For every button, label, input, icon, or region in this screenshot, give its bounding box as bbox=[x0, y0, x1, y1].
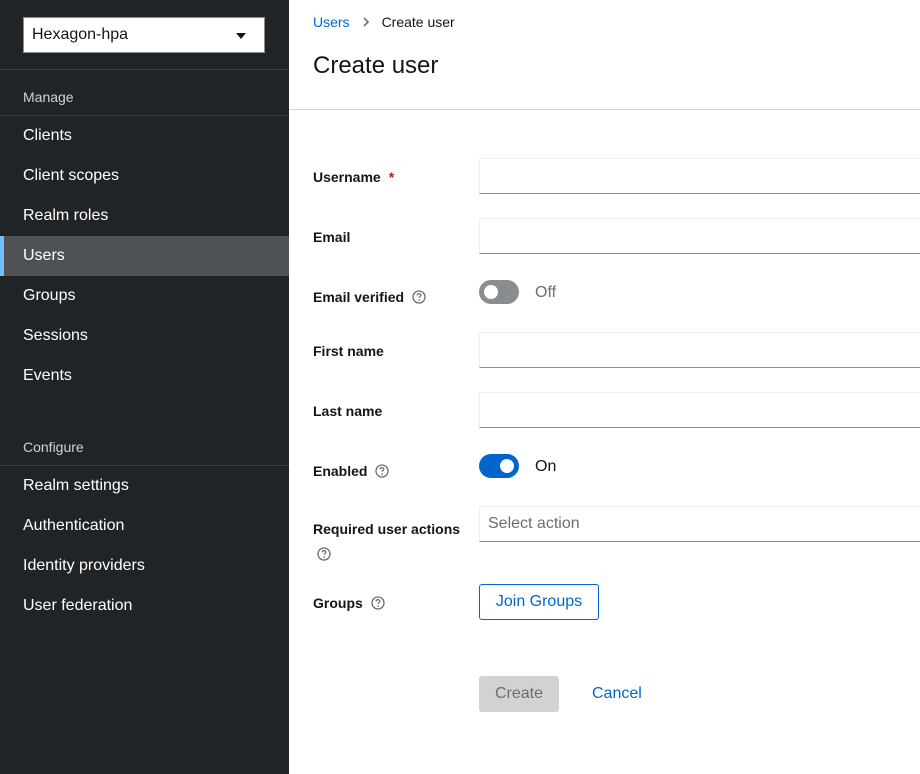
main-content: Users Create user Create user Username *… bbox=[289, 0, 920, 774]
sidebar-item-label: Realm roles bbox=[23, 207, 109, 224]
required-actions-label: Required user actions bbox=[313, 517, 473, 565]
sidebar-item-clients[interactable]: Clients bbox=[0, 116, 289, 156]
sidebar-item-label: Events bbox=[23, 367, 72, 384]
last-name-input[interactable] bbox=[479, 392, 920, 428]
email-input[interactable] bbox=[479, 218, 920, 254]
first-name-label: First name bbox=[313, 343, 384, 359]
email-label-text: Email bbox=[313, 229, 351, 245]
sidebar-item-label: Authentication bbox=[23, 517, 125, 534]
groups-label-text: Groups bbox=[313, 595, 363, 611]
breadcrumb-current: Create user bbox=[381, 14, 455, 30]
create-button[interactable]: Create bbox=[479, 676, 559, 712]
required-actions-select[interactable]: Select action bbox=[479, 506, 920, 542]
required-actions-label-text: Required user actions bbox=[313, 521, 461, 537]
sidebar-item-label: User federation bbox=[23, 597, 133, 614]
header-divider bbox=[289, 109, 920, 110]
sidebar-item-realm-roles[interactable]: Realm roles bbox=[0, 196, 289, 236]
email-label: Email bbox=[313, 229, 350, 245]
sidebar-item-label: Users bbox=[23, 247, 65, 264]
sidebar-item-label: Clients bbox=[23, 127, 72, 144]
sidebar-item-events[interactable]: Events bbox=[0, 356, 289, 396]
cancel-button[interactable]: Cancel bbox=[592, 676, 642, 712]
toggle-knob bbox=[484, 285, 498, 299]
caret-down-icon bbox=[236, 33, 246, 39]
help-icon[interactable] bbox=[412, 290, 426, 304]
sidebar-item-sessions[interactable]: Sessions bbox=[0, 316, 289, 356]
sidebar-item-label: Sessions bbox=[23, 327, 88, 344]
help-icon[interactable] bbox=[375, 464, 390, 478]
username-input[interactable] bbox=[479, 158, 920, 194]
last-name-label: Last name bbox=[313, 403, 382, 419]
sidebar-item-authentication[interactable]: Authentication bbox=[0, 506, 289, 546]
first-name-input[interactable] bbox=[479, 332, 920, 368]
breadcrumb: Users Create user bbox=[313, 14, 455, 30]
sidebar-item-realm-settings[interactable]: Realm settings bbox=[0, 466, 289, 506]
username-label-text: Username bbox=[313, 169, 381, 185]
sidebar-item-groups[interactable]: Groups bbox=[0, 276, 289, 316]
sidebar: Hexagon-hpa Manage Clients Client scopes… bbox=[0, 0, 289, 774]
sidebar-item-users[interactable]: Users bbox=[0, 236, 289, 276]
join-groups-button[interactable]: Join Groups bbox=[479, 584, 599, 620]
email-verified-label-text: Email verified bbox=[313, 289, 405, 305]
email-verified-toggle[interactable] bbox=[479, 280, 519, 304]
enabled-state: On bbox=[535, 458, 557, 475]
section-title-manage: Manage bbox=[23, 89, 74, 105]
sidebar-item-label: Identity providers bbox=[23, 557, 145, 574]
email-verified-label: Email verified bbox=[313, 289, 426, 305]
toggle-knob bbox=[500, 459, 514, 473]
sidebar-item-client-scopes[interactable]: Client scopes bbox=[0, 156, 289, 196]
enabled-label: Enabled bbox=[313, 463, 390, 479]
sidebar-item-user-federation[interactable]: User federation bbox=[0, 586, 289, 626]
help-icon[interactable] bbox=[371, 596, 385, 610]
sidebar-item-label: Client scopes bbox=[23, 167, 120, 184]
breadcrumb-users-link[interactable]: Users bbox=[313, 14, 350, 30]
username-label: Username * bbox=[313, 169, 394, 185]
enabled-toggle[interactable] bbox=[479, 454, 519, 478]
email-verified-state: Off bbox=[535, 284, 557, 301]
sidebar-item-identity-providers[interactable]: Identity providers bbox=[0, 546, 289, 586]
first-name-label-text: First name bbox=[313, 343, 384, 359]
realm-selector-label: Hexagon-hpa bbox=[32, 26, 129, 43]
sidebar-divider bbox=[0, 69, 289, 70]
groups-label: Groups bbox=[313, 595, 385, 611]
page-title: Create user bbox=[313, 52, 439, 79]
realm-selector[interactable]: Hexagon-hpa bbox=[23, 17, 265, 53]
required-marker: * bbox=[388, 169, 395, 185]
chevron-right-icon bbox=[362, 15, 370, 30]
section-title-configure: Configure bbox=[23, 439, 84, 455]
sidebar-item-label: Groups bbox=[23, 287, 76, 304]
sidebar-item-label: Realm settings bbox=[23, 477, 129, 494]
enabled-label-text: Enabled bbox=[313, 463, 368, 479]
required-actions-placeholder: Select action bbox=[488, 515, 580, 532]
help-icon[interactable] bbox=[317, 547, 331, 561]
last-name-label-text: Last name bbox=[313, 403, 383, 419]
